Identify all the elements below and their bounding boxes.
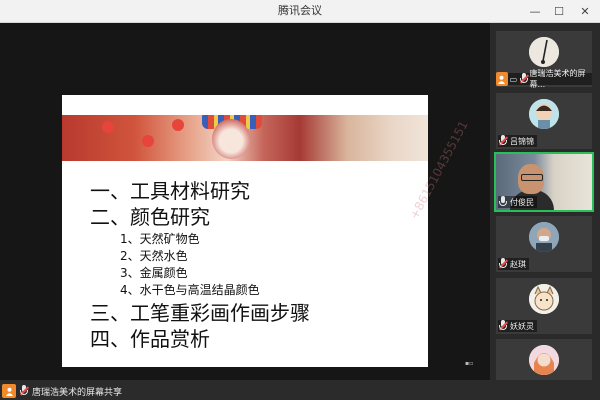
participant-name-bar: ▭ 唐瑞浩美术的屏幕... [496, 69, 592, 89]
mic-muted-icon [19, 385, 30, 397]
brush-avatar-image [529, 37, 559, 67]
participant-tile-active[interactable]: 付俊民 [494, 152, 594, 212]
presenter-badge-icon [2, 384, 16, 398]
mic-muted-icon [519, 73, 530, 85]
shared-screen-area: 一、工具材料研究 二、颜色研究 1、天然矿物色 2、天然水色 3、金属颜色 4、… [0, 23, 490, 380]
slide-heading-4: 四、作品赏析 [90, 327, 210, 351]
participant-name: 妖妖灵 [510, 321, 534, 331]
screen-share-label: 唐瑞浩美术的屏幕共享 [32, 387, 123, 398]
slide-corner-mark: ▪▫ [465, 360, 474, 367]
presentation-slide: 一、工具材料研究 二、颜色研究 1、天然矿物色 2、天然水色 3、金属颜色 4、… [62, 95, 471, 367]
presenter-badge-icon [496, 72, 508, 86]
photo-avatar-image [529, 222, 559, 252]
participant-tile[interactable]: 吕锦锦 [496, 93, 592, 149]
participant-name: 赵琪 [510, 259, 526, 269]
slide-heading-1: 一、工具材料研究 [90, 179, 250, 203]
participant-name-bar: 吕锦锦 [498, 135, 537, 147]
avatar [529, 222, 559, 252]
avatar [529, 284, 559, 314]
slide-subitem-4: 4、水干色与高温结晶颜色 [120, 283, 260, 297]
participant-name: 吕锦锦 [510, 136, 534, 146]
participant-name-bar: 赵琪 [498, 258, 529, 270]
slide-heading-2: 二、颜色研究 [90, 205, 210, 229]
mic-muted-icon [498, 320, 509, 332]
participants-panel[interactable]: ▭ 唐瑞浩美术的屏幕... 吕锦锦 付俊民 赵琪 妖妖灵 [490, 23, 600, 395]
slide-subitem-1: 1、天然矿物色 [120, 232, 200, 246]
participant-name-bar: 付俊民 [498, 196, 537, 208]
minimize-icon[interactable]: — [524, 0, 546, 22]
participant-tile-presenter[interactable]: ▭ 唐瑞浩美术的屏幕... [496, 31, 592, 89]
flower-decoration [142, 135, 154, 147]
title-bar: 腾讯会议 — ☐ ✕ [0, 0, 600, 23]
mic-muted-icon [498, 135, 509, 147]
opera-face [212, 119, 250, 159]
mic-icon [498, 196, 508, 208]
screen-share-tag[interactable]: 唐瑞浩美术的屏幕共享 [2, 383, 122, 399]
close-icon[interactable]: ✕ [574, 0, 596, 22]
slide-subitem-2: 2、天然水色 [120, 249, 188, 263]
mic-muted-icon [498, 258, 509, 270]
maximize-icon[interactable]: ☐ [548, 0, 570, 22]
photo-avatar-image [529, 345, 559, 375]
participant-tile[interactable]: 赵琪 [496, 216, 592, 272]
slide-heading-3: 三、工笔重彩画作画步骤 [90, 301, 310, 325]
avatar [529, 345, 559, 375]
cat-avatar-image [529, 284, 559, 314]
flower-decoration [172, 119, 184, 131]
screen-share-icon: ▭ [509, 74, 518, 84]
opera-banner-image [62, 115, 428, 161]
avatar [529, 37, 559, 67]
flower-decoration [102, 121, 114, 133]
participant-name-bar: 妖妖灵 [498, 320, 537, 332]
participant-name: 唐瑞浩美术的屏幕... [529, 69, 586, 89]
slide-subitem-3: 3、金属颜色 [120, 266, 188, 280]
avatar [529, 99, 559, 129]
cartoon-avatar-image [529, 99, 559, 129]
window-title: 腾讯会议 [278, 4, 322, 17]
participant-name: 付俊民 [510, 197, 534, 207]
participant-tile[interactable]: 妖妖灵 [496, 278, 592, 334]
